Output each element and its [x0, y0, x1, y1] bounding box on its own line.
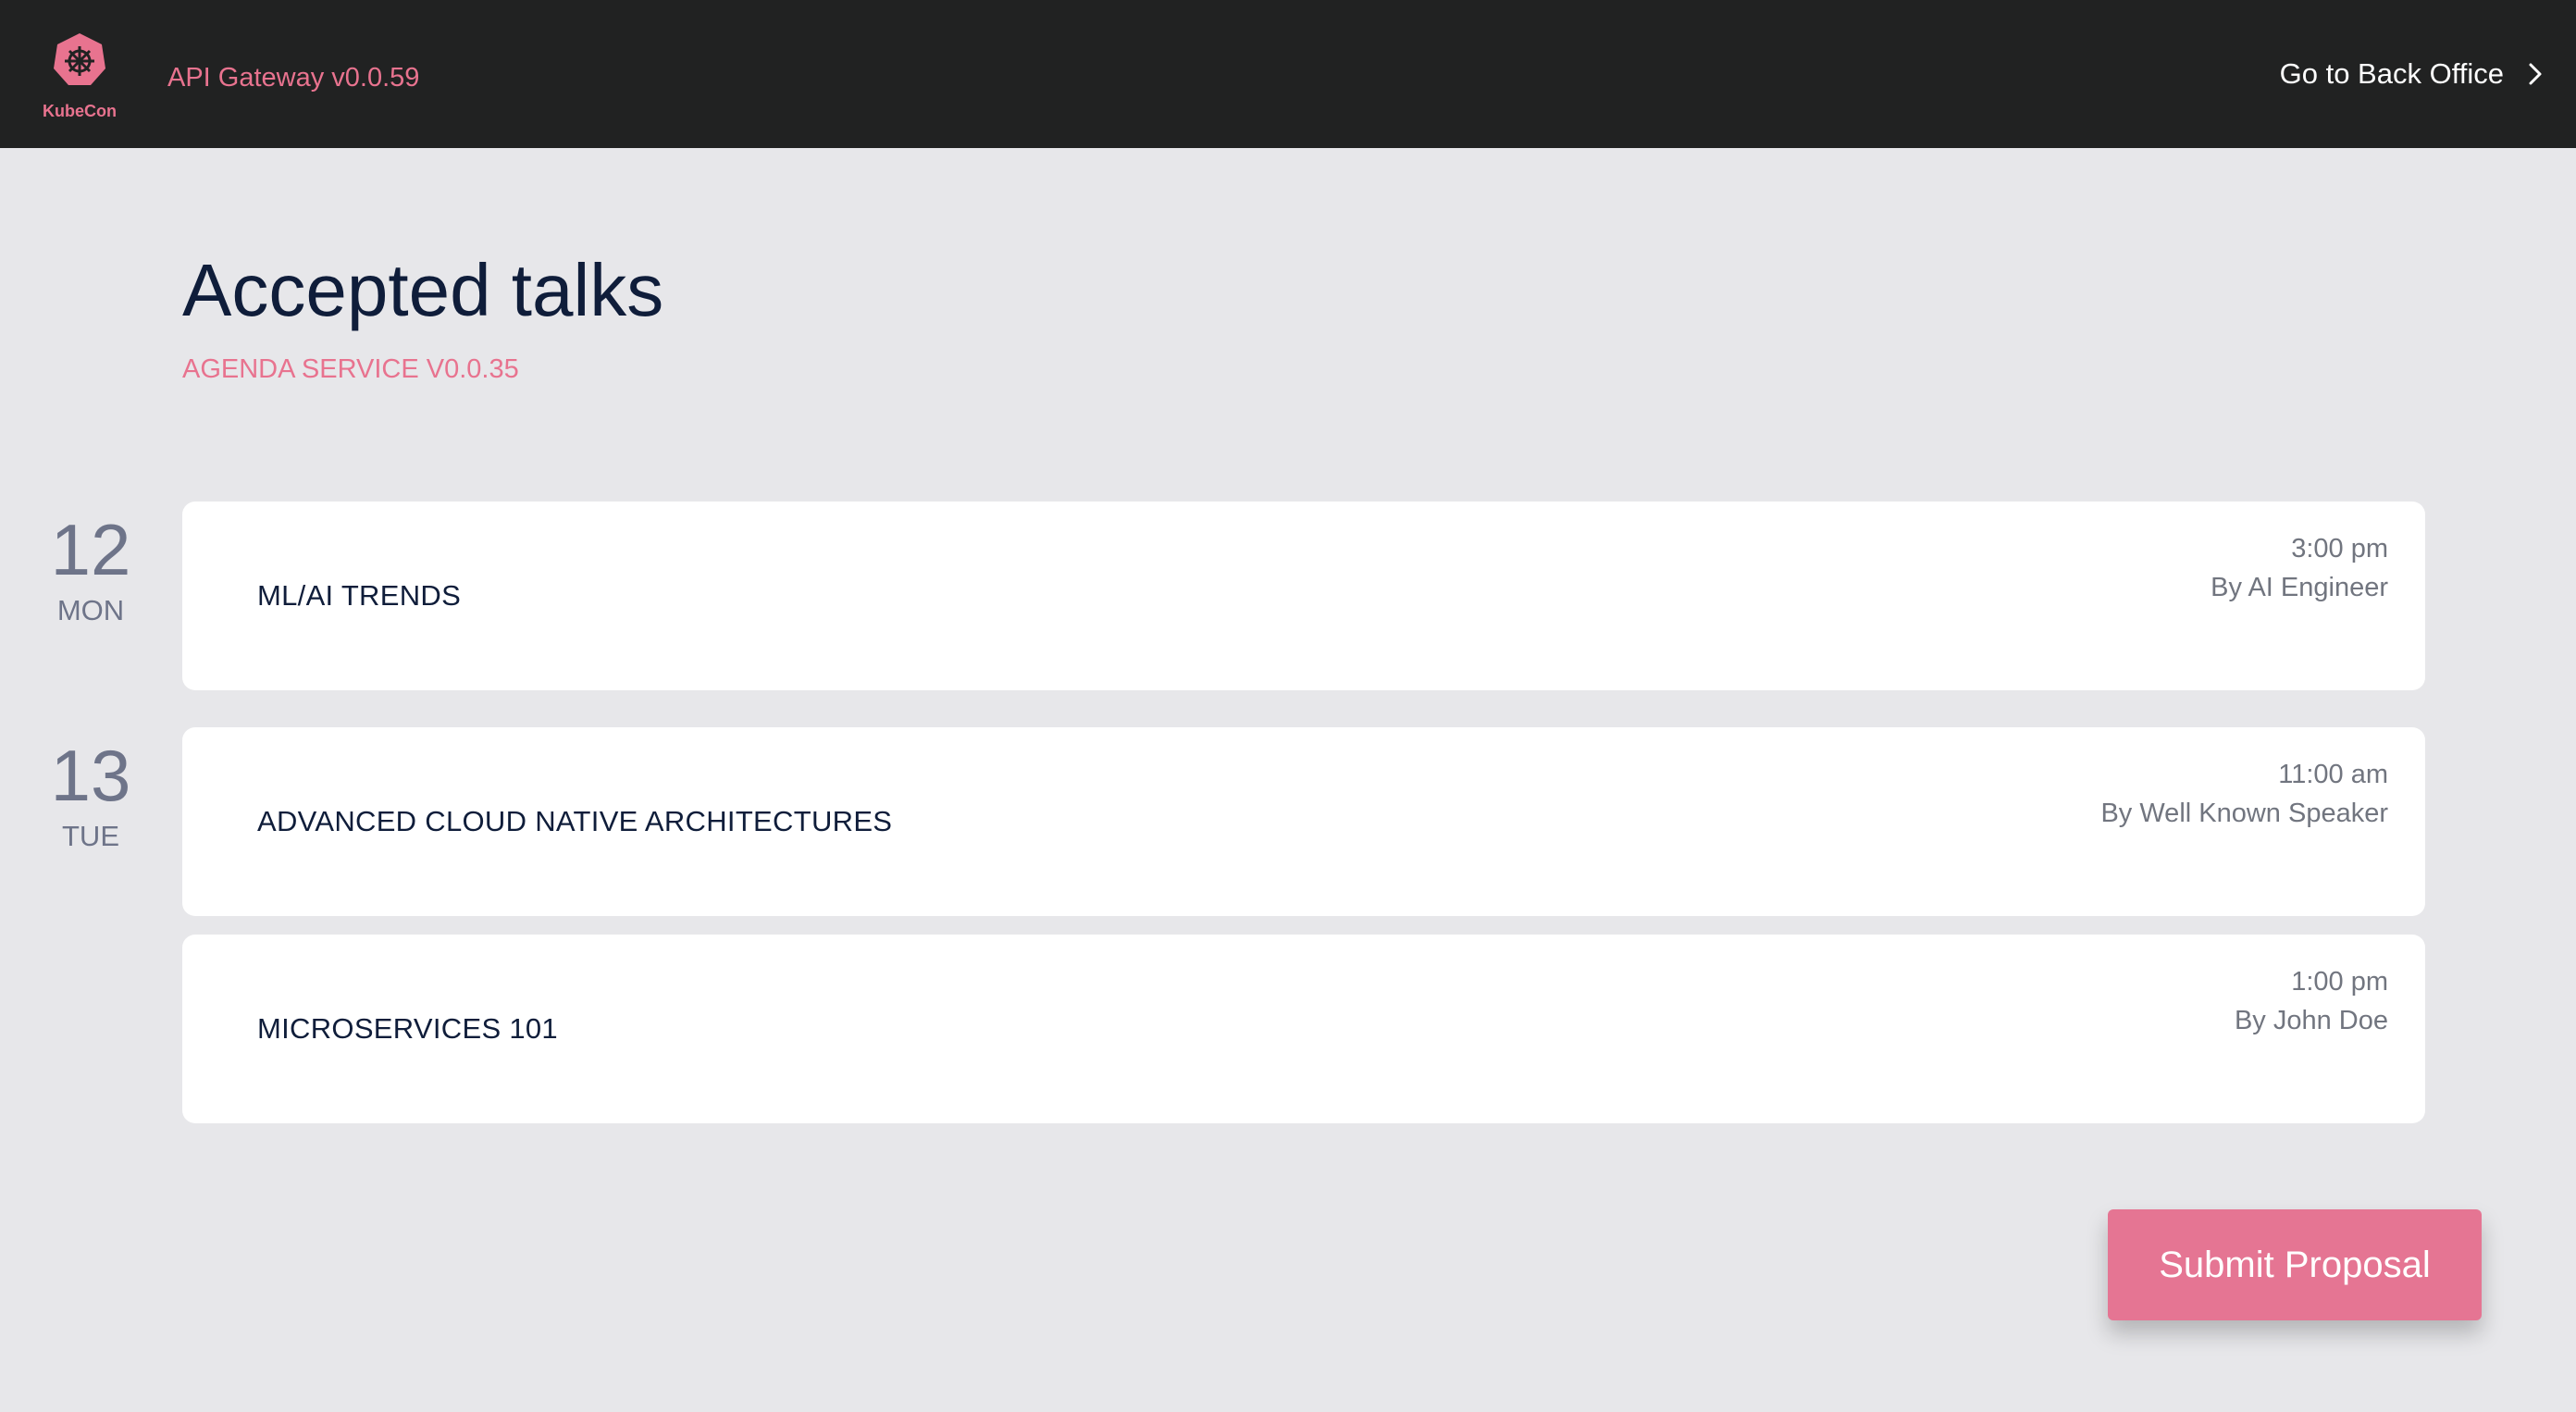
- talk-title: ADVANCED CLOUD NATIVE ARCHITECTURES: [257, 805, 893, 837]
- kubecon-helm-icon: [54, 33, 105, 85]
- page-title: Accepted talks: [182, 249, 664, 331]
- chevron-right-icon: [2528, 62, 2543, 86]
- talk-time: 11:00 am: [2278, 760, 2388, 789]
- day-number: 13: [50, 735, 131, 816]
- talk-meta: 1:00 pm By John Doe: [2235, 962, 2388, 1040]
- logo-text: KubeCon: [43, 102, 117, 120]
- day-label: 12 MON: [37, 511, 144, 629]
- talk-speaker: By AI Engineer: [2211, 573, 2388, 602]
- service-version: AGENDA SERVICE V0.0.35: [182, 354, 519, 384]
- talk-speaker: By Well Known Speaker: [2100, 799, 2388, 828]
- talk-meta: 3:00 pm By AI Engineer: [2211, 529, 2388, 607]
- talk-time: 3:00 pm: [2291, 534, 2388, 564]
- talk-title: MICROSERVICES 101: [257, 1012, 558, 1045]
- talk-card[interactable]: ML/AI TRENDS 3:00 pm By AI Engineer: [182, 502, 2425, 690]
- talk-title: ML/AI TRENDS: [257, 579, 462, 612]
- back-office-link[interactable]: Go to Back Office: [2280, 56, 2543, 93]
- talk-speaker: By John Doe: [2234, 1006, 2388, 1035]
- talk-card[interactable]: MICROSERVICES 101 1:00 pm By John Doe: [182, 935, 2425, 1123]
- talk-time: 1:00 pm: [2291, 967, 2388, 997]
- talk-card[interactable]: ADVANCED CLOUD NATIVE ARCHITECTURES 11:0…: [182, 727, 2425, 916]
- talk-meta: 11:00 am By Well Known Speaker: [2100, 755, 2388, 833]
- top-navbar: KubeCon API Gateway v0.0.59 Go to Back O…: [0, 0, 2576, 148]
- gateway-version: API Gateway v0.0.59: [167, 63, 420, 93]
- submit-proposal-button[interactable]: Submit Proposal: [2108, 1209, 2482, 1320]
- day-weekday: TUE: [62, 820, 119, 852]
- day-weekday: MON: [56, 594, 125, 626]
- kubecon-logo[interactable]: KubeCon: [37, 31, 122, 124]
- day-label: 13 TUE: [37, 737, 144, 855]
- day-number: 12: [50, 509, 131, 590]
- back-office-label: Go to Back Office: [2279, 57, 2504, 90]
